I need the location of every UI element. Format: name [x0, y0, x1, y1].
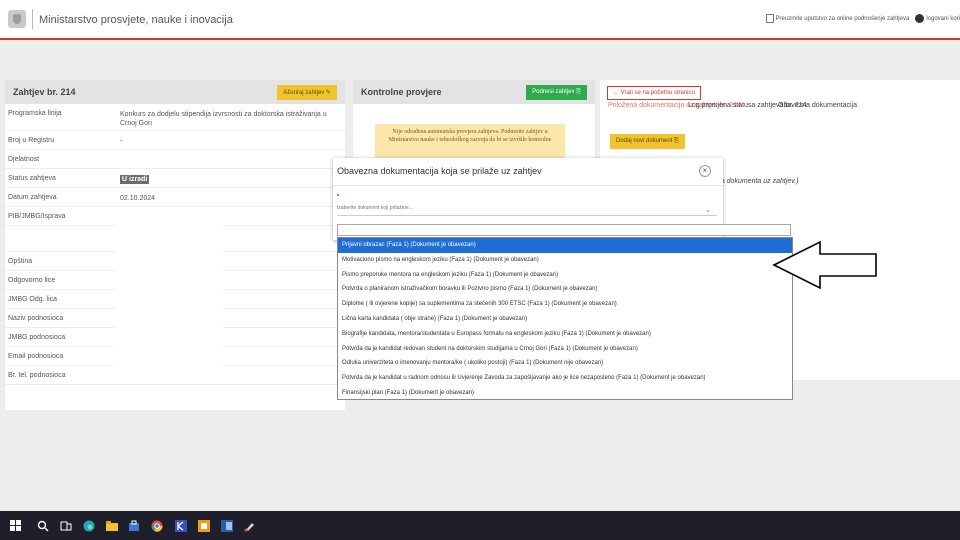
dropdown-option[interactable]: Motivaciono pismo na engleskom jeziku (F…	[338, 253, 792, 268]
dropdown-option[interactable]: Pismo preporuke mentora na engleskom jez…	[338, 268, 792, 283]
checks-title: Kontrolne provjere	[361, 87, 442, 97]
document-select[interactable]: Izaberite dokument koji prilažete... ⌄	[337, 202, 717, 216]
close-icon[interactable]: ×	[699, 165, 711, 177]
ministry-title: Ministarstvo prosvjete, nauke i inovacij…	[39, 14, 233, 26]
k-app-icon[interactable]	[175, 520, 187, 532]
brush-icon[interactable]	[244, 520, 256, 532]
manual-link-label: Preuzmite uputstvo za online podnošenje …	[775, 16, 910, 23]
modal-divider	[333, 185, 723, 186]
detail-row: Datum zahtjeva 02.10.2024	[5, 188, 345, 207]
checks-panel-header: Kontrolne provjere Podnesi zahtjev ⎘	[353, 80, 595, 104]
user-link[interactable]: logovani kori	[915, 14, 960, 23]
dropdown-option[interactable]: Odluka univerziteta o imenovanju mentora…	[338, 356, 792, 371]
dropdown-option[interactable]: Potvrda da je kandidat redovan student n…	[338, 342, 792, 357]
status-badge: U izradi	[120, 175, 150, 184]
document-tabs: Priložena dokumentacija uz zahtjev br. 2…	[608, 102, 857, 110]
header-divider	[32, 9, 33, 29]
ministry-logo	[8, 10, 26, 28]
request-panel-header: Zahtjev br. 214 Ažuriraj zahtjev ✎	[5, 80, 345, 104]
user-icon	[915, 14, 925, 23]
document-icon	[765, 14, 774, 23]
orange-app-icon[interactable]	[198, 520, 210, 532]
tab-status-log[interactable]: Log promjena statusa zahtjeva br. 214	[688, 102, 807, 110]
header-links: Preuzmite uputstvo za online podnošenje …	[765, 14, 960, 23]
annotation-arrow-icon	[772, 240, 877, 290]
dropdown-option[interactable]: Finansijski plan (Faza 1) (Dokument je o…	[338, 386, 792, 401]
top-header: Ministarstvo prosvjete, nauke i inovacij…	[0, 0, 960, 40]
detail-row: Status zahtjeva U izradi	[5, 169, 345, 188]
detail-row: Programska linija Konkurs za dodjelu stip…	[5, 104, 345, 131]
search-icon[interactable]	[37, 520, 49, 532]
dropdown-search-input[interactable]	[337, 224, 791, 236]
required-marker	[337, 194, 339, 196]
store-icon[interactable]	[128, 520, 140, 532]
dropdown-option[interactable]: Potvrda o planiranom istraživačkom borav…	[338, 282, 792, 297]
request-title: Zahtjev br. 214	[13, 87, 76, 97]
folder-icon[interactable]	[106, 520, 118, 532]
dropdown-option[interactable]: Biografije kandidata, mentora/studentata…	[338, 327, 792, 342]
word-icon[interactable]	[221, 520, 233, 532]
task-view-icon[interactable]	[60, 520, 72, 532]
dropdown-option[interactable]: Potvrda da je kandidat u radnom odnosu i…	[338, 371, 792, 386]
windows-start-icon[interactable]	[10, 520, 22, 532]
modal-title: Obavezna dokumentacija koja se prilaže u…	[337, 166, 542, 176]
document-select-placeholder: Izaberite dokument koji prilažete...	[337, 205, 413, 211]
chevron-down-icon: ⌄	[705, 207, 711, 214]
dropdown-option[interactable]: Prijavni obrazac (Faza 1) (Dokument je o…	[338, 238, 792, 253]
chrome-icon[interactable]	[151, 520, 163, 532]
tab-required-documents[interactable]: Obavezna dokumentacija	[778, 102, 857, 110]
submit-request-button[interactable]: Podnesi zahtjev ⎘	[526, 84, 587, 100]
edge-browser-icon[interactable]	[83, 520, 95, 532]
manual-link[interactable]: Preuzmite uputstvo za online podnošenje …	[765, 14, 910, 23]
dropdown-option[interactable]: Diplome ( ili ovjerene kopije) sa suplem…	[338, 297, 792, 312]
request-panel: Zahtjev br. 214 Ažuriraj zahtjev ✎ Progr…	[5, 80, 345, 410]
update-request-button[interactable]: Ažuriraj zahtjev ✎	[277, 84, 337, 100]
back-to-home-button[interactable]: ← Vrati se na početnu stranicu	[607, 86, 701, 100]
tab-attached-documents[interactable]: Priložena dokumentacija uz zahtjev br. 2…	[608, 102, 741, 110]
detail-row: Djelatnost	[5, 150, 345, 169]
document-dropdown: Prijavni obrazac (Faza 1) (Dokument je o…	[337, 237, 793, 400]
add-document-button[interactable]: Dodaj novi dokument ⎘	[610, 134, 685, 149]
dropdown-option[interactable]: Lična karta kandidata ( obje strane) (Fa…	[338, 312, 792, 327]
windows-taskbar	[0, 511, 960, 540]
detail-row: Broj u Registru -	[5, 131, 345, 150]
user-link-label: logovani kori	[926, 16, 960, 23]
empty-documents-note: ma dokumenta uz zahtjev.)	[715, 178, 799, 185]
redacted-area	[115, 220, 223, 380]
